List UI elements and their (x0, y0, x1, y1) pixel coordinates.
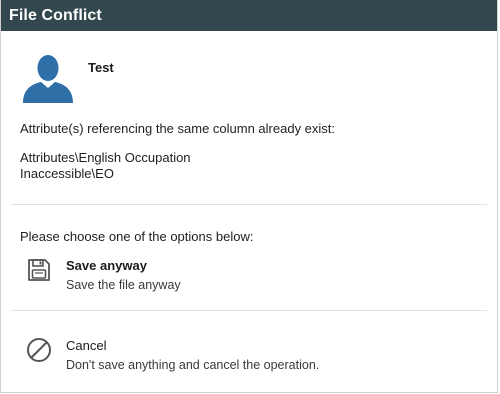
user-name: Test (88, 60, 114, 75)
save-anyway-label: Save anyway (66, 258, 147, 273)
attribute-item: Attributes\English Occupation (20, 150, 191, 165)
divider (11, 204, 487, 205)
user-avatar-icon (23, 55, 73, 103)
floppy-disk-icon (28, 259, 50, 281)
conflict-message: Attribute(s) referencing the same column… (20, 121, 336, 136)
cancel-option[interactable]: Cancel Don't save anything and cancel th… (1, 330, 497, 392)
divider (11, 310, 487, 311)
options-prompt: Please choose one of the options below: (20, 229, 254, 244)
file-conflict-dialog: File Conflict Test Attribute(s) referenc… (0, 0, 498, 393)
cancel-label: Cancel (66, 338, 107, 353)
save-anyway-option[interactable]: Save anyway Save the file anyway (1, 250, 497, 312)
save-anyway-description: Save the file anyway (66, 278, 181, 292)
user-info: Test (1, 31, 497, 103)
attribute-item: Inaccessible\EO (20, 166, 114, 181)
dialog-title: File Conflict (1, 0, 497, 31)
attribute-list: Attributes\English Occupation Inaccessib… (20, 150, 191, 182)
prohibited-icon (27, 338, 51, 362)
cancel-description: Don't save anything and cancel the opera… (66, 358, 320, 372)
